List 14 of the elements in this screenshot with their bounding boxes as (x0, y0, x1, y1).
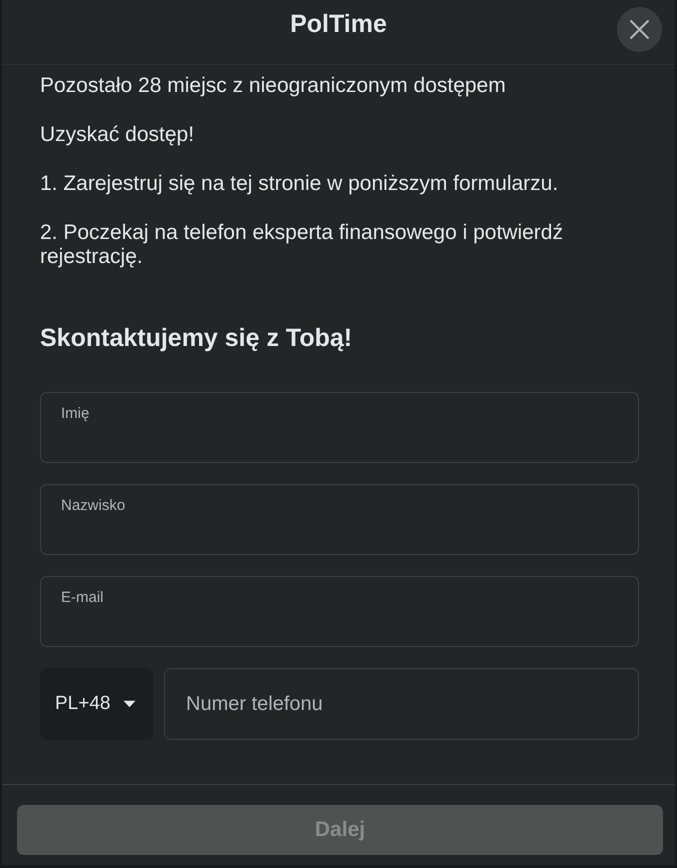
text-field[interactable]: Nazwisko (40, 484, 639, 555)
info-paragraph: Pozostało 28 miejsc z nieograniczonym dostępem (40, 74, 507, 98)
close-button[interactable] (617, 7, 662, 52)
text-field[interactable]: Imię (40, 392, 639, 463)
caret-icon (123, 700, 136, 708)
phone-field[interactable]: Numer telefonu (164, 668, 639, 740)
form-heading: Skontaktujemy się z Tobą! (40, 323, 354, 353)
dialog-title: PolTime (290, 9, 387, 40)
text-field[interactable]: E-mail (40, 576, 639, 647)
close-icon (630, 20, 649, 39)
info-paragraph: Uzyskać dostęp! (40, 123, 196, 147)
country-code-dropdown[interactable]: PL+48 (40, 668, 153, 740)
info-paragraph: 1. Zarejestruj się na tej stronie w poniższym formularzu. (40, 172, 560, 196)
info-paragraph: 2. Poczekaj na telefon eksperta finansowego i potwierdź rejestrację. (40, 221, 564, 269)
